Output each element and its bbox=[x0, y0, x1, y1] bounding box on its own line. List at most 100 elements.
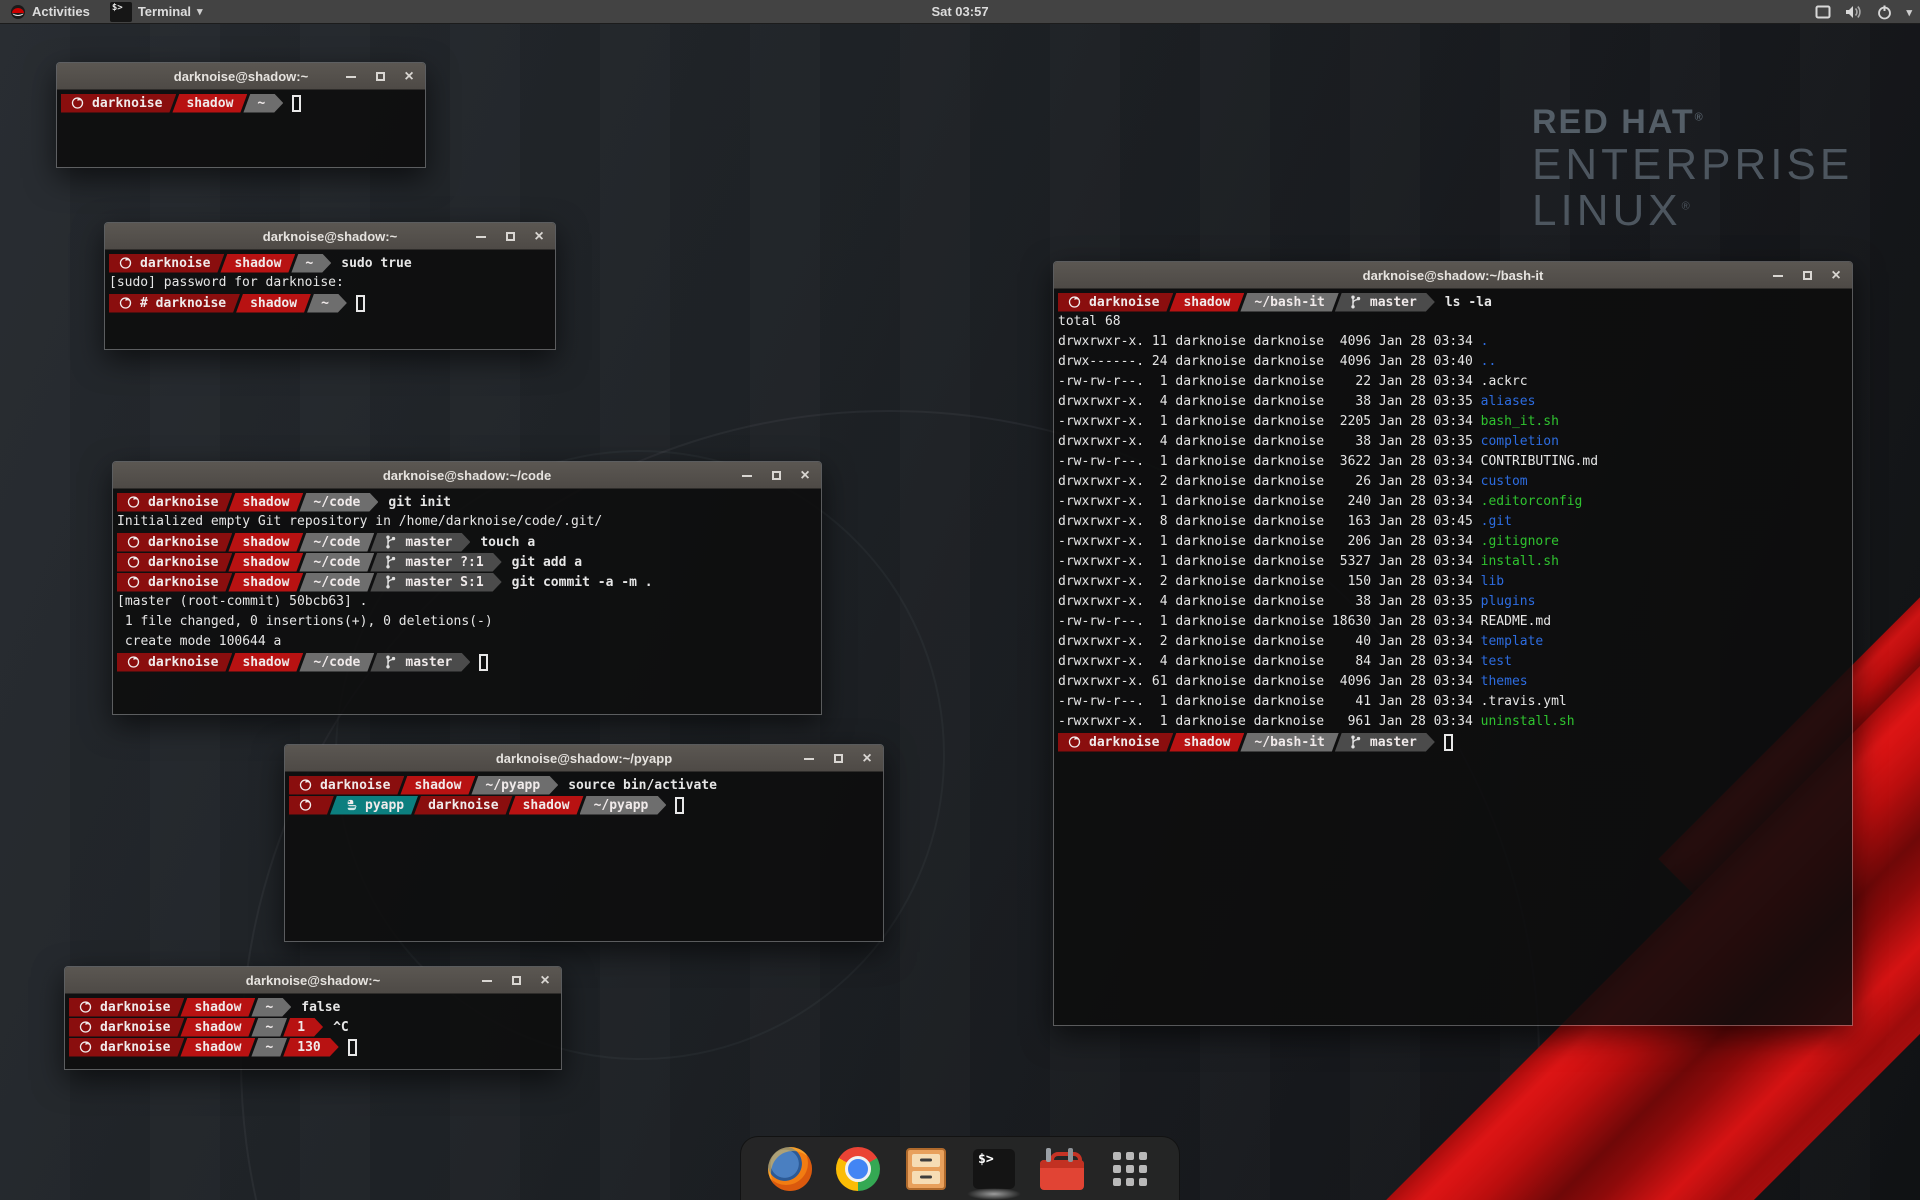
terminal-line: darknoiseshadow~/codemaster bbox=[117, 652, 817, 672]
maximize-button[interactable] bbox=[504, 231, 516, 243]
close-button[interactable]: × bbox=[403, 71, 415, 83]
terminal-body[interactable]: darknoiseshadow~ bbox=[57, 90, 425, 167]
prompt-segment-label: master bbox=[1370, 295, 1417, 310]
system-status-area[interactable]: ▾ bbox=[1815, 0, 1912, 24]
prompt-segment-label: shadow bbox=[242, 535, 289, 550]
ls-filename: .gitignore bbox=[1481, 534, 1559, 549]
terminal-body[interactable]: darknoiseshadow~sudo true[sudo] password… bbox=[105, 250, 555, 349]
window-titlebar[interactable]: darknoise@shadow:~/bash-it × bbox=[1054, 262, 1852, 289]
prompt-segment-label: 130 bbox=[297, 1040, 320, 1055]
output-text: README.md bbox=[1481, 614, 1551, 629]
minimize-button[interactable] bbox=[481, 975, 493, 987]
maximize-button[interactable] bbox=[510, 975, 522, 987]
maximize-button[interactable] bbox=[770, 470, 782, 482]
terminal-line: darknoiseshadow~/pyappsource bin/activat… bbox=[289, 775, 879, 795]
close-button[interactable]: × bbox=[533, 231, 545, 243]
prompt-segment: ~ bbox=[251, 1038, 287, 1057]
prompt-segment-label: shadow bbox=[1183, 735, 1230, 750]
terminal-line: pyappdarknoiseshadow~/pyapp bbox=[289, 795, 879, 815]
activities-button[interactable]: Activities bbox=[0, 0, 100, 23]
prompt-segment-label: ~/bash-it bbox=[1254, 295, 1324, 310]
terminal-body[interactable]: darknoiseshadow~/pyappsource bin/activat… bbox=[285, 772, 883, 941]
terminal-line: drwxrwxr-x. 4 darknoise darknoise 38 Jan… bbox=[1058, 392, 1848, 412]
minimize-button[interactable] bbox=[345, 71, 357, 83]
minimize-button[interactable] bbox=[741, 470, 753, 482]
close-button[interactable]: × bbox=[799, 470, 811, 482]
prompt-segment: darknoise bbox=[109, 254, 224, 273]
terminal-cursor bbox=[479, 654, 488, 671]
minimize-button[interactable] bbox=[1772, 270, 1784, 282]
window-titlebar[interactable]: darknoise@shadow:~/code × bbox=[113, 462, 821, 489]
minimize-button[interactable] bbox=[475, 231, 487, 243]
maximize-button[interactable] bbox=[374, 71, 386, 83]
typed-command: ^C bbox=[323, 1020, 349, 1035]
maximize-button[interactable] bbox=[832, 753, 844, 765]
terminal-body[interactable]: darknoiseshadow~/bash-itmasterls -latota… bbox=[1054, 289, 1852, 1025]
prompt-swirl-icon bbox=[299, 798, 312, 812]
output-text: drwxrwxr-x. 11 darknoise darknoise 4096 … bbox=[1058, 334, 1481, 349]
prompt-segment-label: ~/code bbox=[313, 575, 360, 590]
output-text: -rwxrwxr-x. 1 darknoise darknoise 206 Ja… bbox=[1058, 534, 1481, 549]
terminal-line: -rw-rw-r--. 1 darknoise darknoise 41 Jan… bbox=[1058, 692, 1848, 712]
prompt-segment-label: darknoise bbox=[148, 655, 218, 670]
prompt-segment: shadow bbox=[228, 553, 303, 572]
prompt-segment: ~/code bbox=[299, 493, 378, 512]
powerline-prompt: darknoiseshadow~/codemaster ?:1 bbox=[117, 553, 502, 572]
prompt-segment-label: ~ bbox=[265, 1020, 273, 1035]
maximize-button[interactable] bbox=[1801, 270, 1813, 282]
output-text: -rw-rw-r--. 1 darknoise darknoise 41 Jan… bbox=[1058, 694, 1481, 709]
window-titlebar[interactable]: darknoise@shadow:~ × bbox=[65, 967, 561, 994]
terminal-icon: $> bbox=[973, 1149, 1015, 1189]
prompt-segment-label: darknoise bbox=[1089, 295, 1159, 310]
output-text: -rw-rw-r--. 1 darknoise darknoise 22 Jan… bbox=[1058, 374, 1481, 389]
output-text: create mode 100644 a bbox=[117, 634, 281, 649]
prompt-segment: ~/code bbox=[299, 653, 374, 672]
prompt-segment: master S:1 bbox=[370, 573, 501, 592]
terminal-line: darknoiseshadow~/codemaster S:1git commi… bbox=[117, 572, 817, 592]
clock[interactable]: Sat 03:57 bbox=[931, 4, 988, 19]
output-text: drwxrwxr-x. 61 darknoise darknoise 4096 … bbox=[1058, 674, 1481, 689]
dash-dock: $> bbox=[740, 1136, 1180, 1200]
dock-item-firefox[interactable] bbox=[767, 1146, 813, 1192]
prompt-segment: master bbox=[1335, 733, 1435, 752]
terminal-cursor bbox=[356, 295, 365, 312]
window-title: darknoise@shadow:~ bbox=[174, 69, 308, 84]
terminal-line: darknoiseshadow~sudo true bbox=[109, 253, 551, 273]
powerline-prompt: darknoiseshadow~/code bbox=[117, 493, 378, 512]
terminal-line: -rwxrwxr-x. 1 darknoise darknoise 961 Ja… bbox=[1058, 712, 1848, 732]
prompt-segment-label: ~/code bbox=[313, 535, 360, 550]
terminal-cursor bbox=[348, 1039, 357, 1056]
dock-item-files[interactable] bbox=[903, 1146, 949, 1192]
terminal-body[interactable]: darknoiseshadow~/codegit initInitialized… bbox=[113, 489, 821, 714]
prompt-segment: darknoise bbox=[117, 553, 232, 572]
prompt-swirl-icon bbox=[127, 655, 140, 669]
ls-filename: bash_it.sh bbox=[1481, 414, 1559, 429]
prompt-segment-label: shadow bbox=[194, 1040, 241, 1055]
prompt-swirl-icon bbox=[79, 1040, 92, 1054]
prompt-segment-label: darknoise bbox=[320, 778, 390, 793]
dock-item-toolbox[interactable] bbox=[1039, 1146, 1085, 1192]
chrome-icon bbox=[836, 1147, 880, 1191]
powerline-prompt: darknoiseshadow~/codemaster bbox=[117, 653, 470, 672]
minimize-button[interactable] bbox=[803, 753, 815, 765]
close-button[interactable]: × bbox=[539, 975, 551, 987]
window-titlebar[interactable]: darknoise@shadow:~ × bbox=[105, 223, 555, 250]
python-venv-icon bbox=[344, 798, 357, 812]
window-titlebar[interactable]: darknoise@shadow:~/pyapp × bbox=[285, 745, 883, 772]
dock-item-appgrid[interactable] bbox=[1107, 1146, 1153, 1192]
window-titlebar[interactable]: darknoise@shadow:~ × bbox=[57, 63, 425, 90]
close-button[interactable]: × bbox=[861, 753, 873, 765]
terminal-line: -rw-rw-r--. 1 darknoise darknoise 22 Jan… bbox=[1058, 372, 1848, 392]
terminal-window: darknoise@shadow:~/code × darknoiseshado… bbox=[112, 461, 822, 715]
dock-item-terminal[interactable]: $> bbox=[971, 1146, 1017, 1192]
output-text: -rwxrwxr-x. 1 darknoise darknoise 961 Ja… bbox=[1058, 714, 1481, 729]
prompt-segment-label: ~/code bbox=[313, 555, 360, 570]
dock-item-chrome[interactable] bbox=[835, 1146, 881, 1192]
prompt-segment: shadow bbox=[509, 796, 584, 815]
close-button[interactable]: × bbox=[1830, 270, 1842, 282]
terminal-body[interactable]: darknoiseshadow~falsedarknoiseshadow~1^C… bbox=[65, 994, 561, 1069]
app-menu-terminal[interactable]: $> Terminal ▾ bbox=[100, 0, 213, 23]
ls-filename: . bbox=[1481, 334, 1489, 349]
prompt-segment: shadow bbox=[1169, 733, 1244, 752]
prompt-segment: shadow bbox=[1169, 293, 1244, 312]
